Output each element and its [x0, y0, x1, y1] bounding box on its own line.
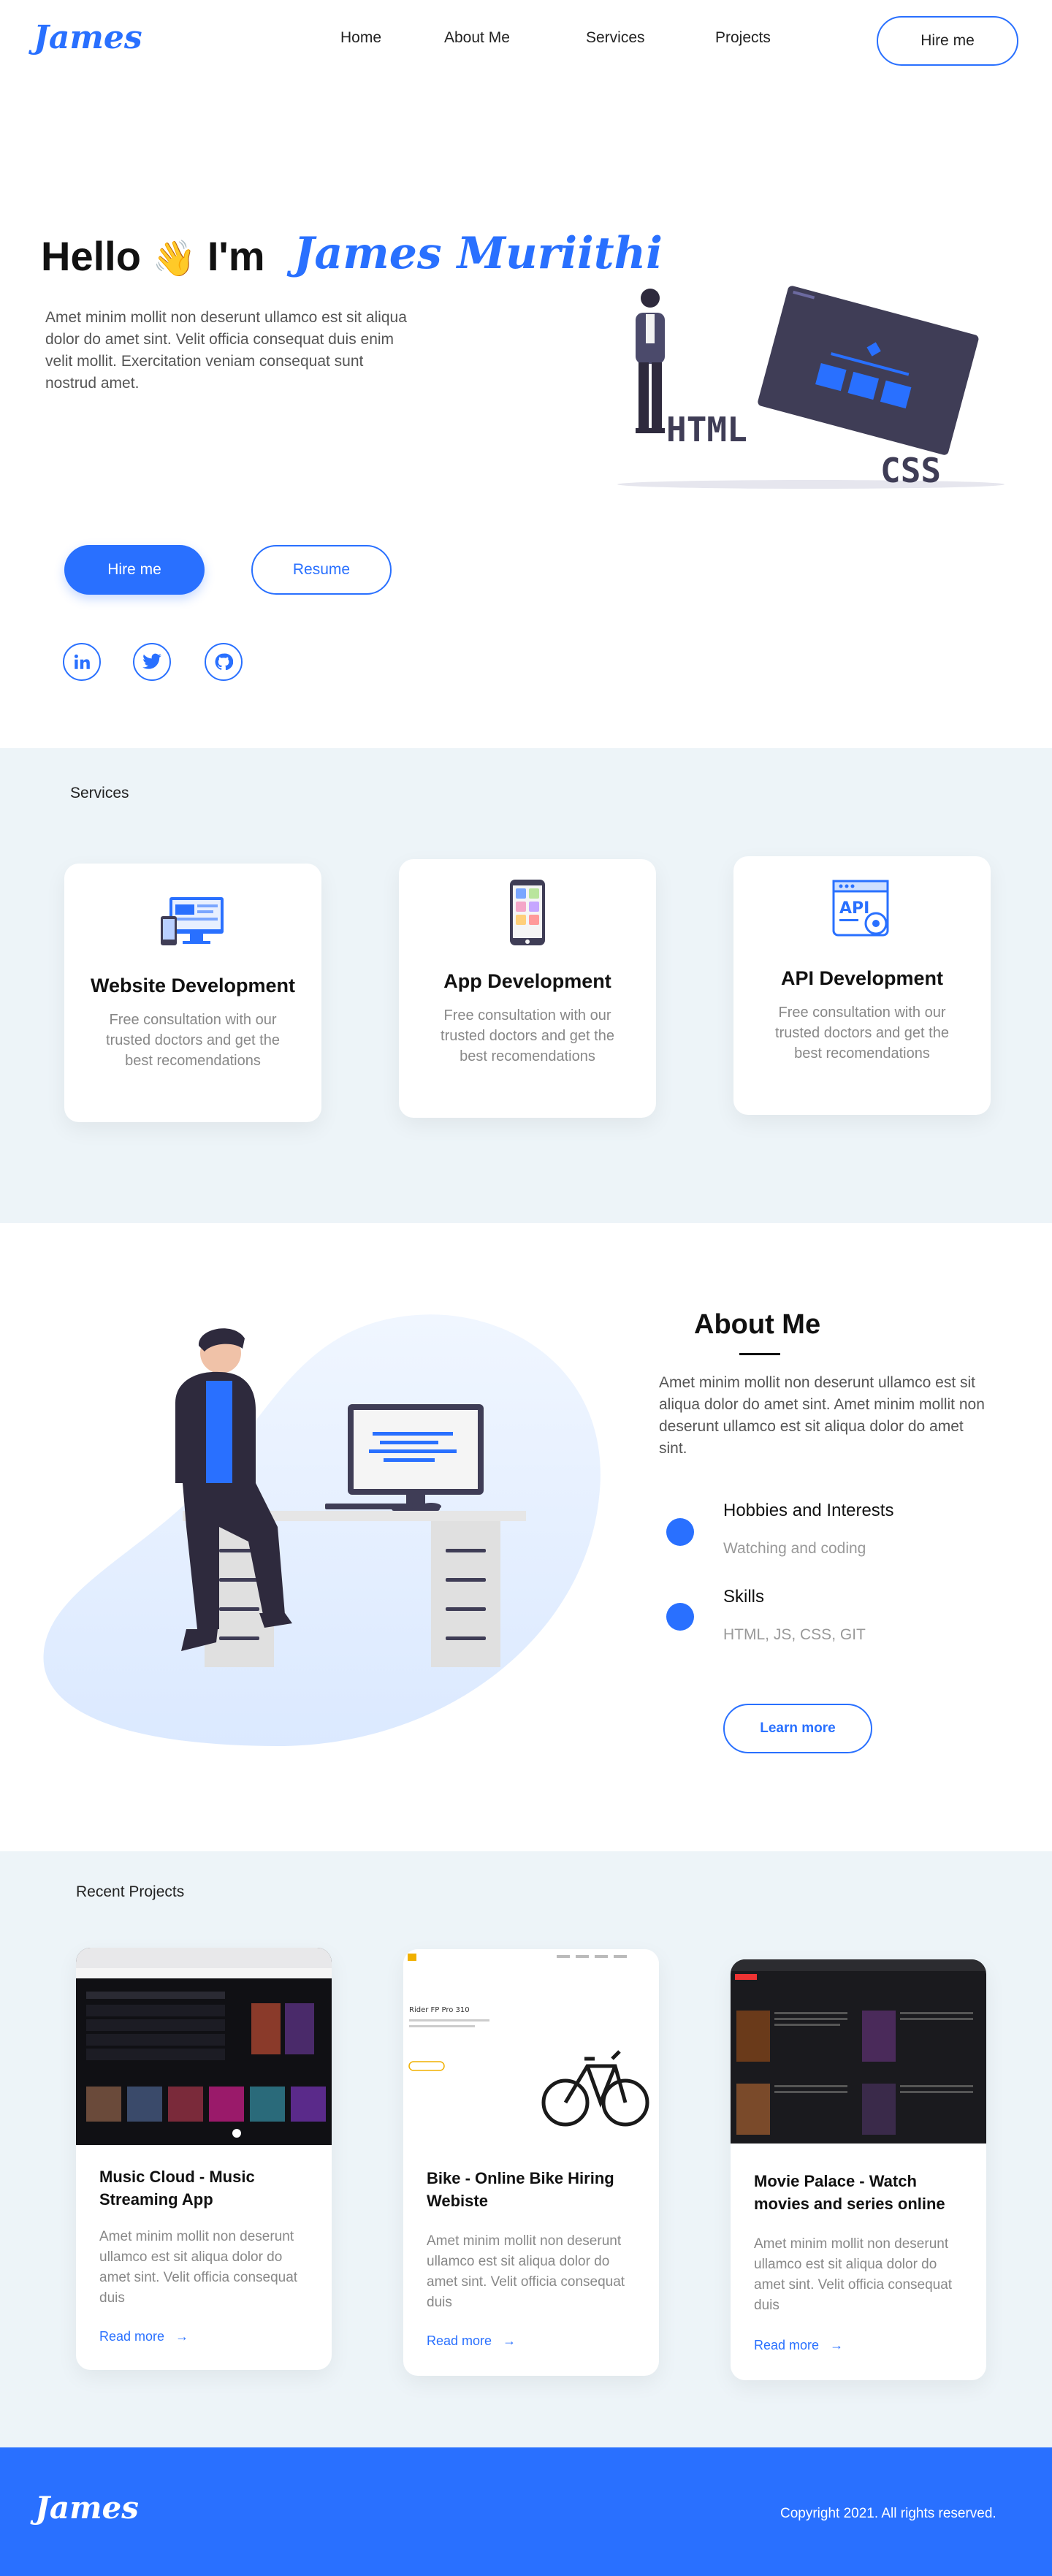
project-text: Amet minim mollit non deserunt ullamco e… — [99, 2229, 298, 2306]
service-title: API Development — [780, 967, 944, 989]
project-text: Amet minim mollit non deserunt ullamco e… — [754, 2236, 953, 2313]
service-card-website[interactable]: Website Development Free consultation wi… — [64, 864, 321, 1122]
read-more-link[interactable]: Read more → — [427, 2333, 516, 2349]
skills-title: Skills — [723, 1587, 765, 1607]
tilted-screen — [758, 286, 979, 455]
arrow-right-icon: → — [823, 2338, 844, 2352]
project-screenshot — [731, 1959, 986, 2144]
skills-value: HTML, JS, CSS, GIT — [723, 1626, 866, 1643]
about-description: Amet minim mollit non deserunt ullamco e… — [659, 1374, 985, 1457]
bike-screenshot-title: Rider FP Pro 310 — [409, 2006, 470, 2014]
hero-illustration: HTML CSS — [617, 286, 1005, 490]
project-title: Movie Palace - Watch movies and series o… — [754, 2172, 945, 2213]
service-card-app[interactable]: App Development Free consultation with o… — [399, 859, 656, 1118]
service-card-api[interactable]: API API Development Free consultation wi… — [733, 856, 991, 1115]
nav-hire-button[interactable]: Hire me — [877, 16, 1018, 66]
github-icon[interactable] — [205, 643, 243, 681]
linkedin-icon[interactable] — [63, 643, 101, 681]
footer: James Copyright 2021. All rights reserve… — [0, 2447, 1052, 2576]
projects-label: Recent Projects — [76, 1883, 185, 1900]
project-text: Amet minim mollit non deserunt ullamco e… — [427, 2233, 625, 2310]
twitter-icon[interactable] — [133, 643, 171, 681]
hobbies-value: Watching and coding — [723, 1540, 866, 1557]
website-icon — [161, 897, 224, 945]
nav-about[interactable]: About Me — [444, 29, 510, 47]
api-icon: API — [832, 880, 889, 937]
hero-hire-button[interactable]: Hire me — [64, 545, 205, 595]
html-word: HTML — [666, 410, 747, 449]
hero-hello: Hello — [41, 233, 141, 279]
hero-name: James Muriithi — [294, 228, 663, 279]
hero-description: Amet minim mollit non deserunt ullamco e… — [45, 309, 407, 392]
resume-button[interactable]: Resume — [251, 545, 392, 595]
arrow-right-icon: → — [495, 2333, 517, 2348]
read-more-label: Read more — [99, 2329, 165, 2344]
project-title: Bike - Online Bike Hiring Webiste — [427, 2169, 614, 2210]
nav-projects[interactable]: Projects — [715, 29, 771, 47]
read-more-link[interactable]: Read more → — [754, 2338, 843, 2353]
service-text: Free consultation with our trusted docto… — [441, 1007, 614, 1064]
project-card-bike[interactable]: Rider FP Pro 310 Bike - Online Bike Hiri… — [403, 1949, 659, 2376]
hero-greeting: Hello 👋 I'm — [41, 232, 264, 280]
read-more-link[interactable]: Read more → — [99, 2329, 188, 2344]
service-title: Website Development — [90, 975, 296, 997]
service-text: Free consultation with our trusted docto… — [106, 1012, 280, 1069]
service-text: Free consultation with our trusted docto… — [775, 1005, 949, 1062]
nav-services[interactable]: Services — [586, 29, 645, 47]
about-title: About Me — [694, 1309, 821, 1340]
hero-im: I'm — [207, 233, 265, 279]
nav-home[interactable]: Home — [340, 29, 381, 47]
hobbies-title: Hobbies and Interests — [723, 1501, 894, 1520]
person-figure — [636, 289, 665, 433]
project-title: Music Cloud - Music Streaming App — [99, 2168, 255, 2209]
phone-app-icon — [510, 880, 545, 945]
arrow-right-icon: → — [168, 2329, 189, 2344]
skills-bullet — [666, 1603, 694, 1631]
hobbies-bullet — [666, 1518, 694, 1546]
about-underline — [739, 1353, 780, 1355]
project-card-music[interactable]: Music Cloud - Music Streaming App Amet m… — [76, 1948, 332, 2370]
service-title: App Development — [443, 970, 611, 992]
learn-more-button[interactable]: Learn more — [723, 1704, 872, 1753]
svg-text:API: API — [839, 899, 869, 918]
wave-icon: 👋 — [152, 240, 197, 278]
css-word: CSS — [880, 451, 941, 490]
read-more-label: Read more — [427, 2333, 492, 2348]
services-label: Services — [70, 785, 129, 801]
footer-logo[interactable]: James — [35, 2490, 139, 2526]
project-card-movie[interactable]: Movie Palace - Watch movies and series o… — [731, 1959, 986, 2380]
project-screenshot — [76, 1948, 332, 2145]
copyright-text: Copyright 2021. All rights reserved. — [780, 2506, 996, 2521]
site-logo[interactable]: James — [34, 19, 142, 56]
about-illustration — [43, 1314, 601, 1746]
project-screenshot: Rider FP Pro 310 — [403, 1949, 659, 2146]
read-more-label: Read more — [754, 2338, 820, 2352]
